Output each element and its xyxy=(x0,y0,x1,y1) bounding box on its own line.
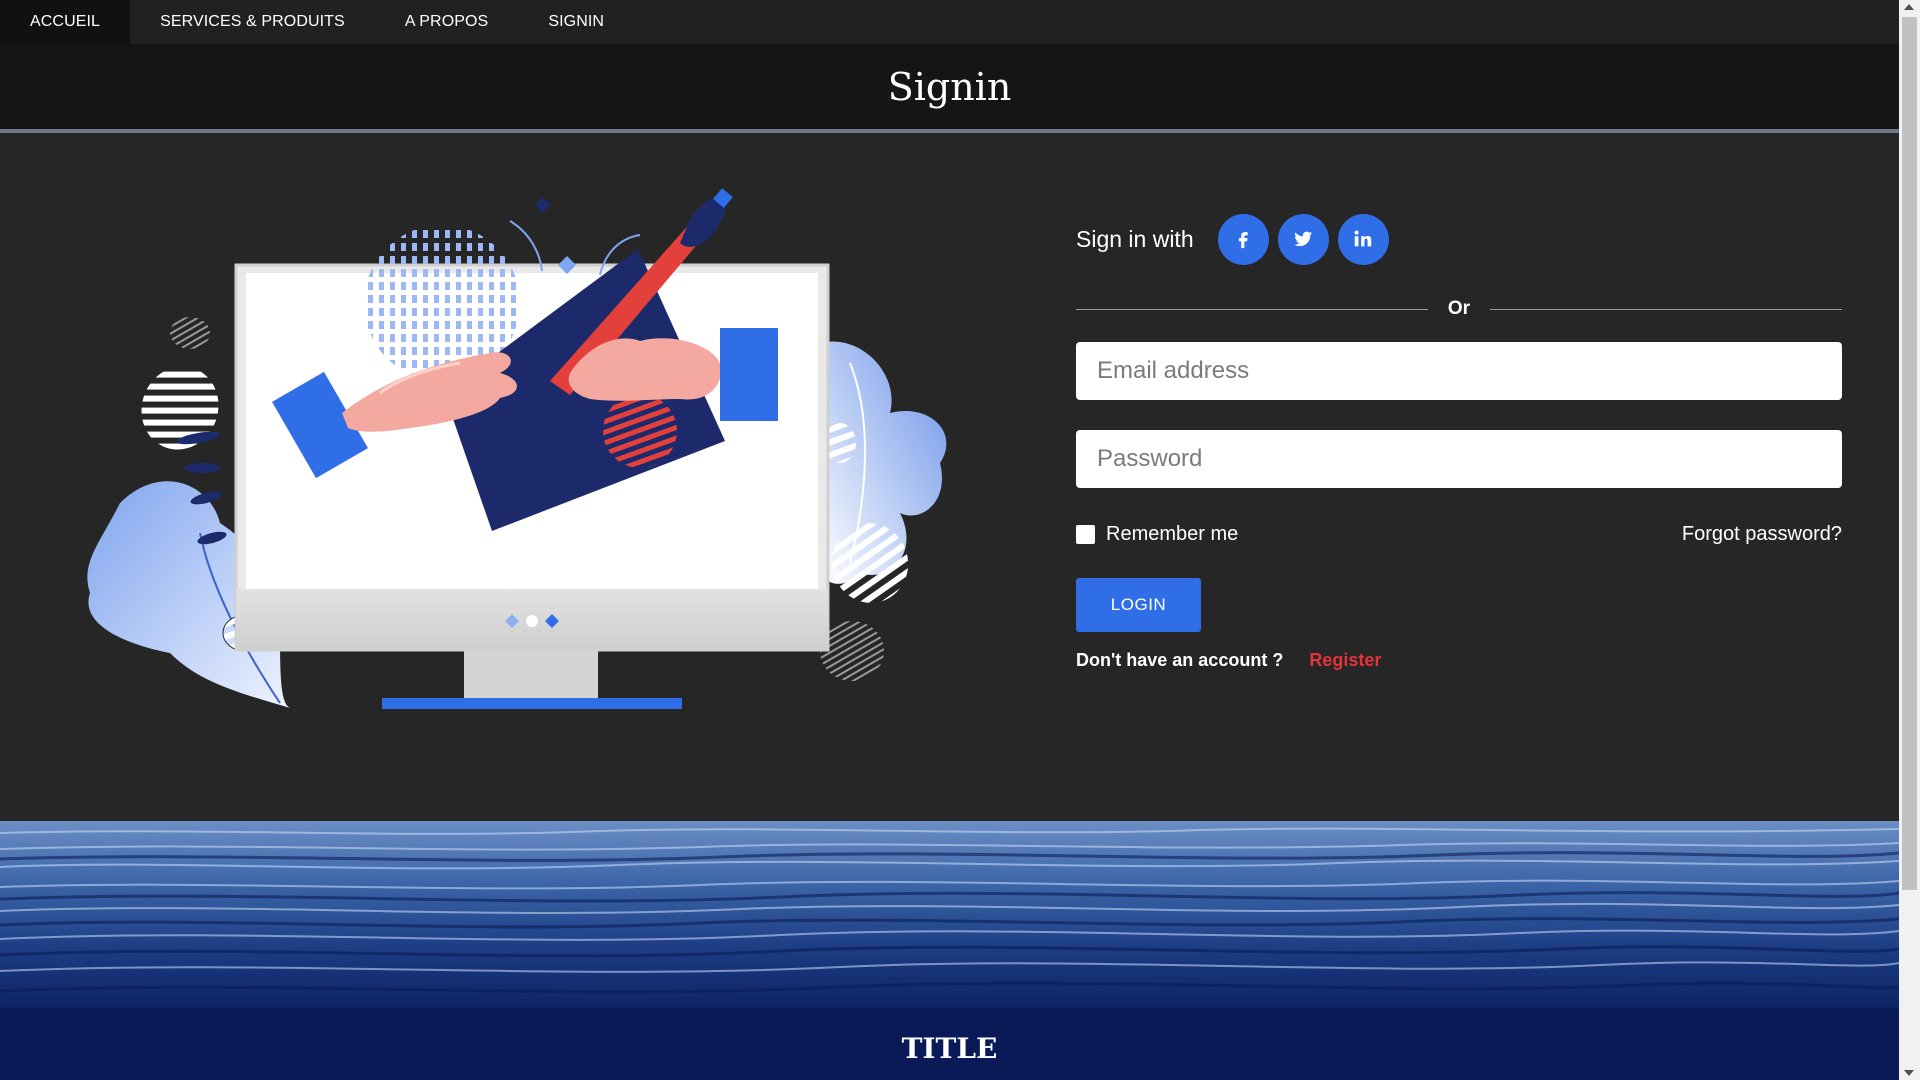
nav-item-services-produits[interactable]: SERVICES & PRODUITS xyxy=(130,0,375,44)
page-title: Signin xyxy=(887,64,1012,109)
linkedin-icon xyxy=(1354,230,1372,247)
facebook-button[interactable] xyxy=(1217,213,1269,265)
vertical-scrollbar[interactable] xyxy=(1899,0,1920,1080)
divider-line-right xyxy=(1490,308,1842,310)
options-row: Remember me Forgot password? xyxy=(1076,522,1842,546)
password-field[interactable] xyxy=(1076,430,1842,488)
remember-me[interactable]: Remember me xyxy=(1076,523,1238,546)
divider-label: Or xyxy=(1447,298,1471,319)
divider-line-left xyxy=(1076,308,1428,310)
register-link[interactable]: Register xyxy=(1309,650,1381,671)
nav-item-a-propos[interactable]: A PROPOS xyxy=(375,0,519,44)
signin-form: Sign in with Or Email address Remember m… xyxy=(1076,213,1842,671)
scroll-up-arrow-icon[interactable] xyxy=(1904,4,1914,10)
footer: TITLE xyxy=(0,1008,1899,1080)
remember-me-checkbox[interactable] xyxy=(1076,524,1095,544)
linkedin-button[interactable] xyxy=(1337,213,1389,265)
signin-illustration xyxy=(87,188,947,709)
main-content: Sign in with Or Email address Remember m… xyxy=(0,133,1899,821)
twitter-icon xyxy=(1294,231,1313,247)
social-signin-row: Sign in with xyxy=(1076,213,1842,265)
or-divider: Or xyxy=(1076,297,1842,321)
nav-item-signin[interactable]: SIGNIN xyxy=(518,0,634,44)
facebook-icon xyxy=(1239,232,1248,249)
scrollbar-thumb[interactable] xyxy=(1902,17,1917,890)
login-button[interactable]: LOGIN xyxy=(1076,578,1201,632)
water-banner-image xyxy=(0,821,1899,1008)
register-row: Don't have an account ? Register xyxy=(1076,650,1842,671)
top-navigation: ACCUEIL SERVICES & PRODUITS A PROPOS SIG… xyxy=(0,0,1899,44)
twitter-button[interactable] xyxy=(1277,213,1329,265)
page: ACCUEIL SERVICES & PRODUITS A PROPOS SIG… xyxy=(0,0,1899,1080)
no-account-text: Don't have an account ? xyxy=(1076,650,1284,670)
scroll-down-arrow-icon[interactable] xyxy=(1904,1070,1914,1076)
page-header: Signin xyxy=(0,44,1899,129)
remember-me-label: Remember me xyxy=(1106,522,1239,545)
footer-title: TITLE xyxy=(901,1032,998,1065)
nav-item-accueil[interactable]: ACCUEIL xyxy=(0,0,131,44)
forgot-password-link[interactable]: Forgot password? xyxy=(1682,523,1842,546)
email-field[interactable] xyxy=(1076,342,1842,400)
sign-in-with-label: Sign in with xyxy=(1076,225,1194,252)
